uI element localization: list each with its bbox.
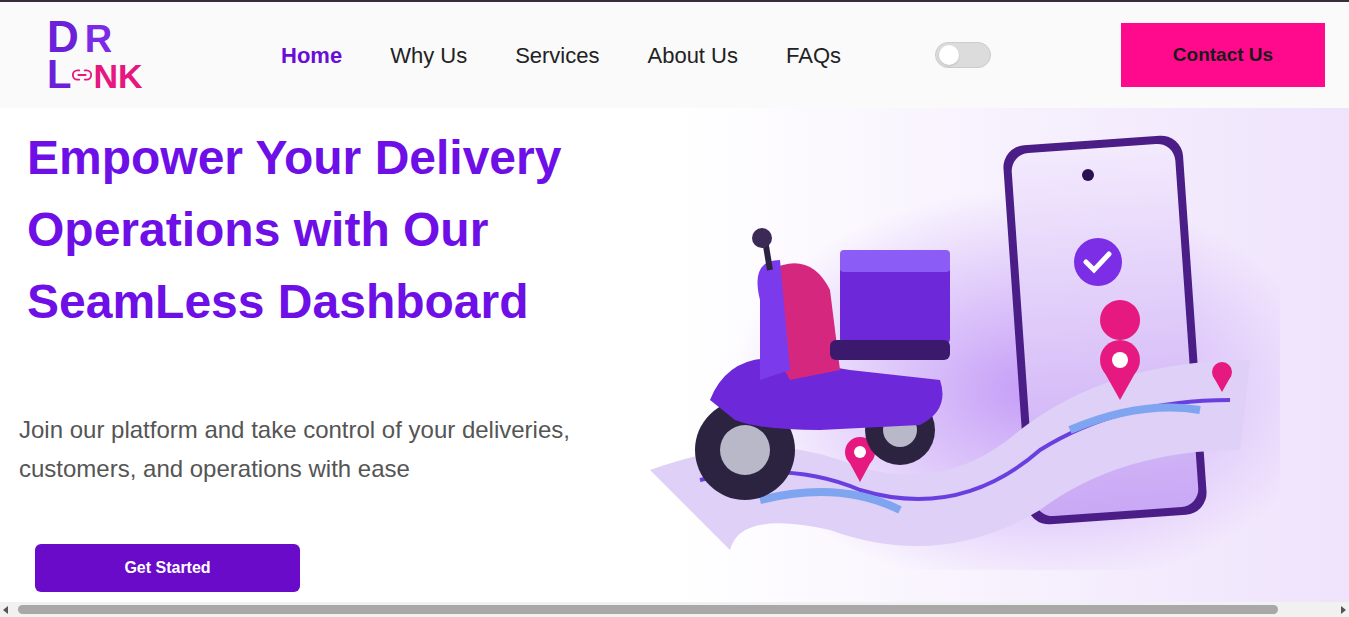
- hero-text: Empower Your Delivery Operations with Ou…: [0, 108, 620, 602]
- nav-link[interactable]: Why Us: [390, 39, 467, 72]
- contact-button[interactable]: Contact Us: [1121, 23, 1325, 87]
- hero-heading: Empower Your Delivery Operations with Ou…: [27, 122, 597, 338]
- scrollbar-track: [12, 605, 1337, 614]
- horizontal-scrollbar[interactable]: [0, 602, 1349, 617]
- hero-image: [620, 108, 1349, 602]
- scooter-icon: [695, 228, 950, 500]
- scroll-left-icon[interactable]: [3, 606, 8, 614]
- nav-link[interactable]: Services: [515, 39, 599, 72]
- main-nav: Home Why Us Services About Us FAQs: [281, 39, 841, 72]
- nav-link[interactable]: FAQs: [786, 39, 841, 72]
- scrollbar-thumb[interactable]: [18, 605, 1278, 614]
- header: DRLNK Home Why Us Services About Us FAQs Conta…: [0, 2, 1349, 108]
- toggle-knob: [939, 45, 959, 65]
- page: DRLNK Home Why Us Services About Us FAQs Conta…: [0, 0, 1349, 617]
- nav-link[interactable]: About Us: [647, 39, 738, 72]
- theme-toggle[interactable]: [935, 42, 991, 68]
- hero-subtitle: Join our platform and take control of yo…: [19, 410, 599, 488]
- nav-link[interactable]: Home: [281, 39, 342, 72]
- chain-icon: [71, 64, 93, 86]
- get-started-button[interactable]: Get Started: [35, 544, 300, 592]
- scroll-right-icon[interactable]: [1341, 606, 1346, 614]
- hero: Empower Your Delivery Operations with Ou…: [0, 108, 1349, 602]
- delivery-illustration: [640, 130, 1280, 570]
- logo[interactable]: DRLNK: [47, 18, 187, 92]
